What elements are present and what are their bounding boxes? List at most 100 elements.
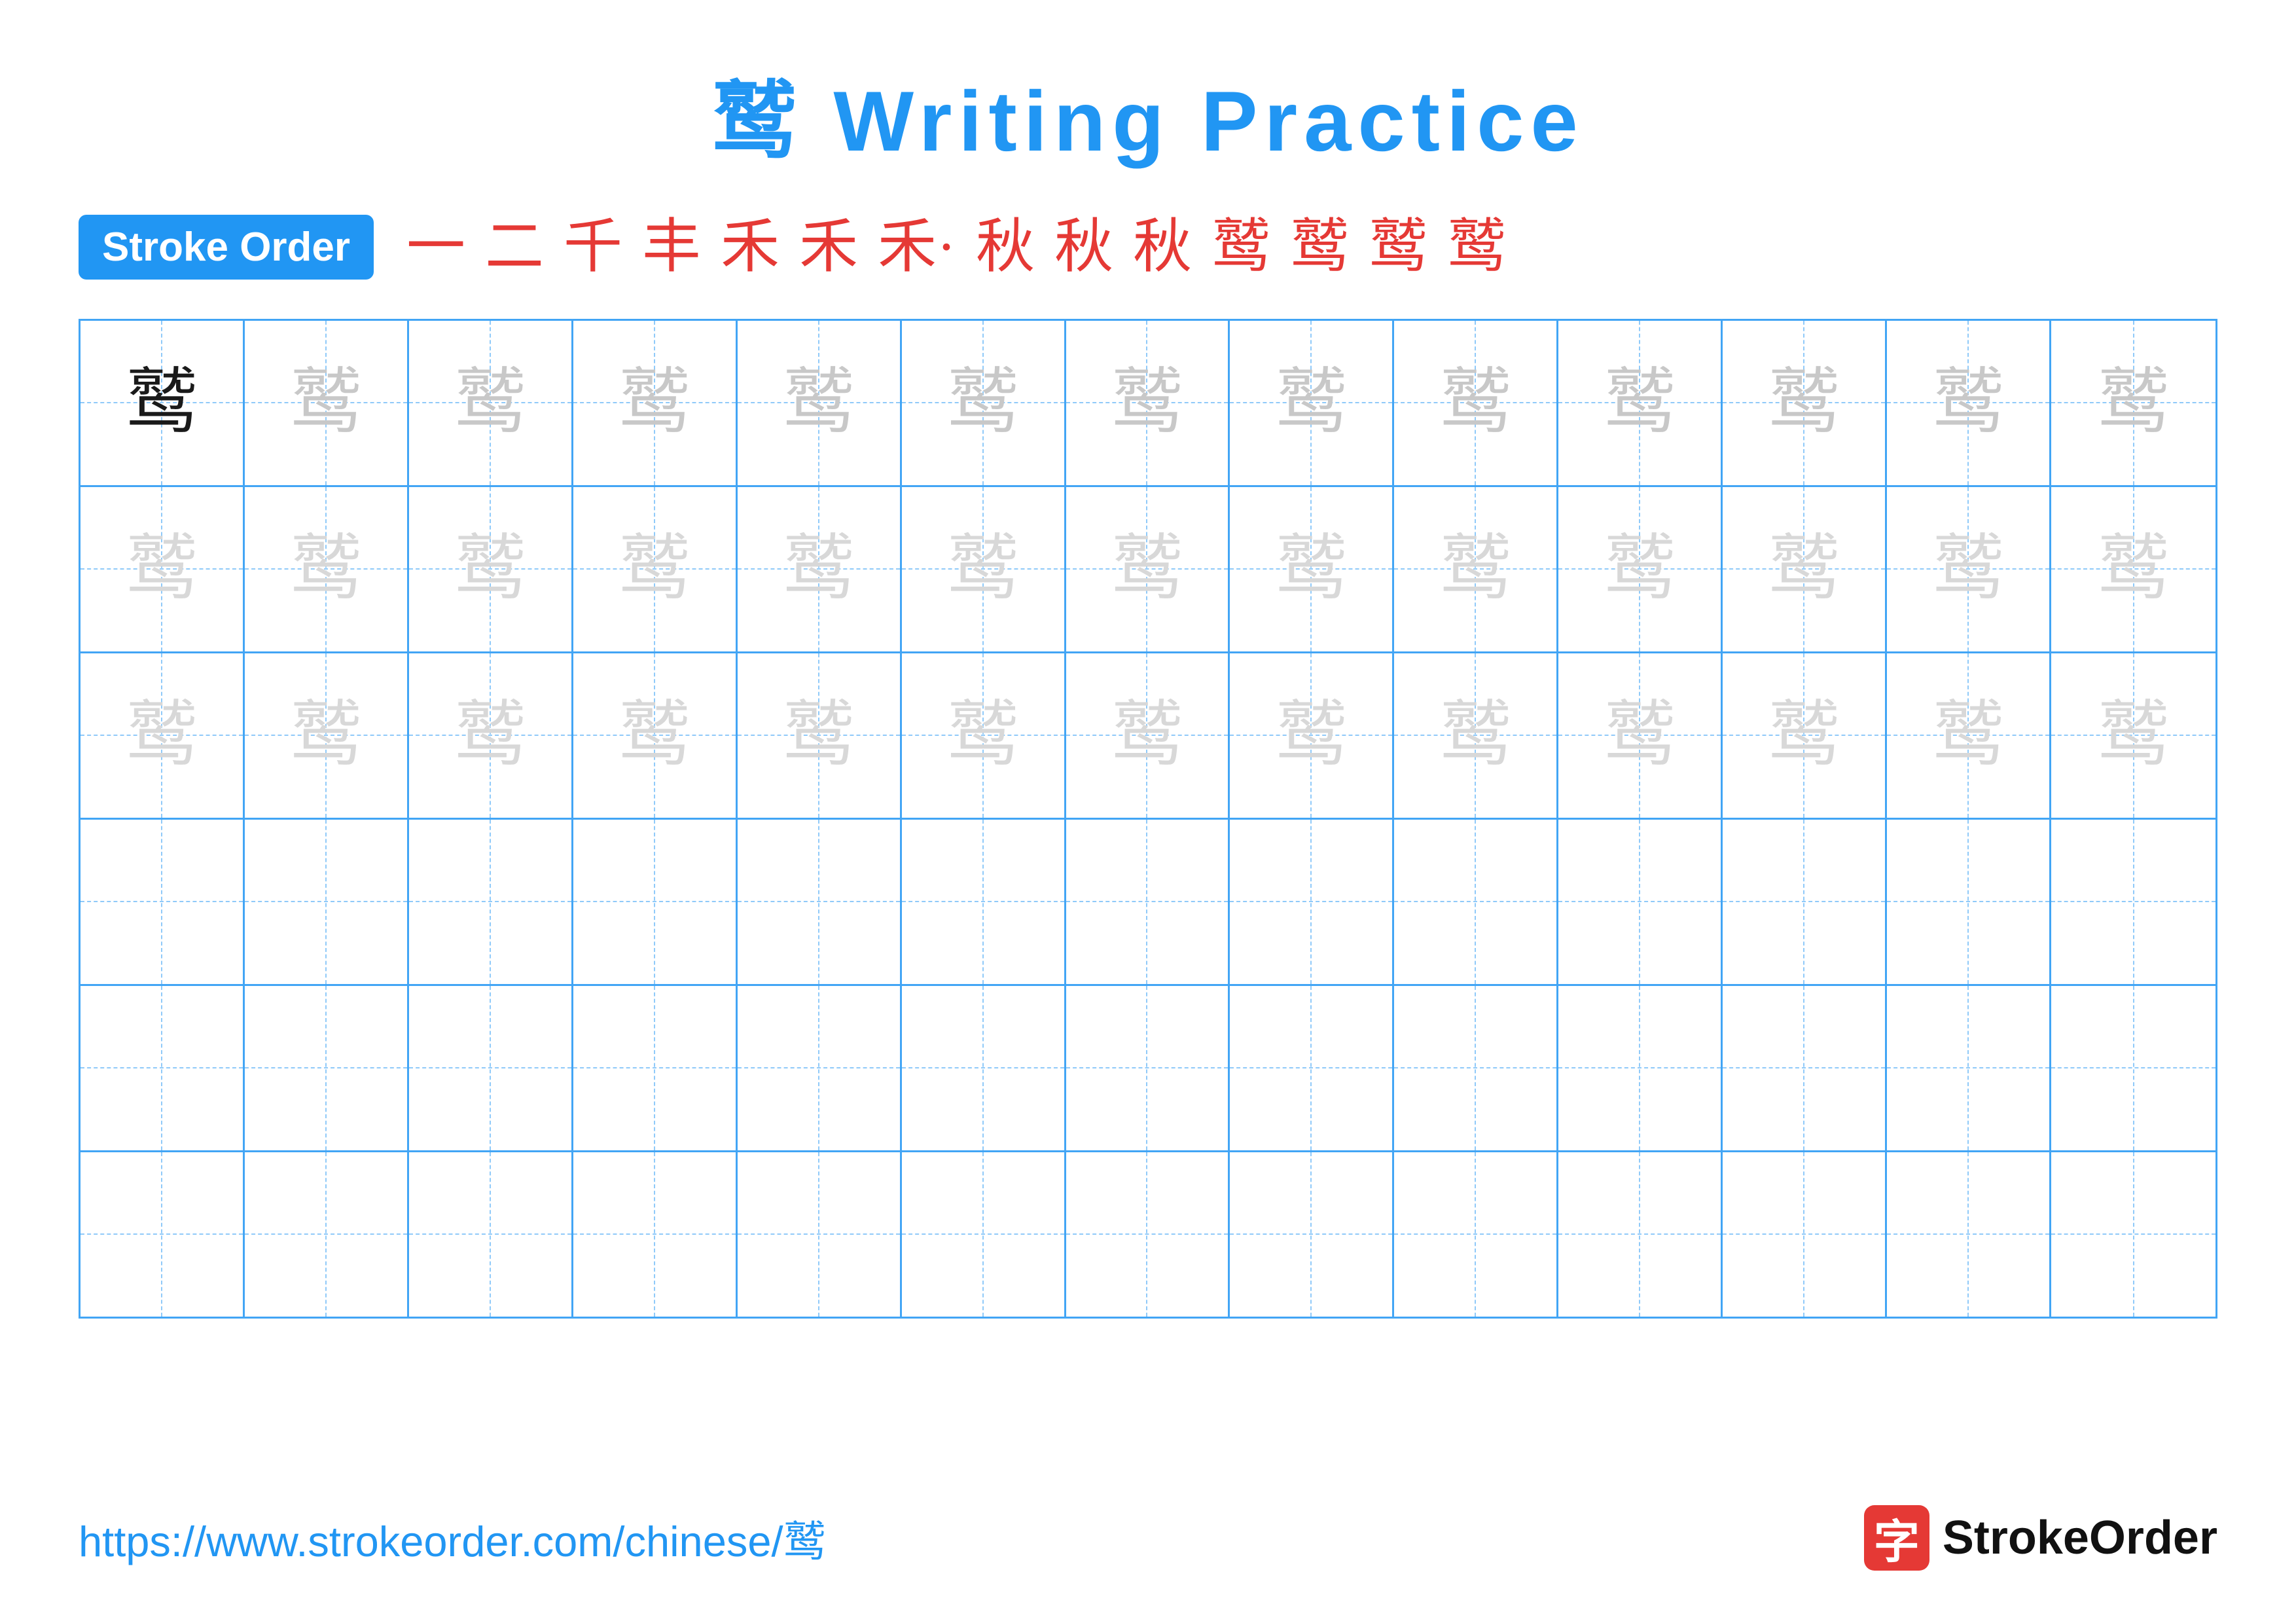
grid-cell-1-9[interactable]: 鹫 <box>1394 321 1558 485</box>
stroke-10: 秋 <box>1133 218 1192 277</box>
grid-cell-3-4[interactable]: 鹫 <box>573 653 738 818</box>
grid-cell-2-3[interactable]: 鹫 <box>409 487 573 651</box>
grid-cell-5-1[interactable] <box>81 986 245 1150</box>
stroke-4: 丰 <box>642 218 701 277</box>
grid-cell-4-11[interactable] <box>1723 820 1887 984</box>
grid-cell-6-6[interactable] <box>902 1152 1066 1317</box>
grid-cell-2-1[interactable]: 鹫 <box>81 487 245 651</box>
grid-cell-1-4[interactable]: 鹫 <box>573 321 738 485</box>
grid-cell-2-5[interactable]: 鹫 <box>738 487 902 651</box>
grid-cell-5-4[interactable] <box>573 986 738 1150</box>
grid-cell-4-12[interactable] <box>1887 820 2051 984</box>
footer-url[interactable]: https://www.strokeorder.com/chinese/鹫 <box>79 1507 826 1569</box>
stroke-order-row: Stroke Order 一 二 千 丰 禾 禾 禾· 秋 秋 秋 鹫 鹫 鹫 … <box>79 215 2217 280</box>
grid-cell-4-4[interactable] <box>573 820 738 984</box>
stroke-1: 一 <box>406 218 465 277</box>
grid-cell-4-1[interactable] <box>81 820 245 984</box>
grid-cell-3-1[interactable]: 鹫 <box>81 653 245 818</box>
char-dark-1: 鹫 <box>126 367 198 439</box>
grid-cell-6-8[interactable] <box>1230 1152 1394 1317</box>
practice-grid: 鹫 鹫 鹫 鹫 鹫 鹫 鹫 鹫 鹫 鹫 鹫 鹫 鹫 鹫 鹫 鹫 鹫 鹫 鹫 鹫 … <box>79 319 2217 1319</box>
grid-cell-5-8[interactable] <box>1230 986 1394 1150</box>
grid-cell-5-7[interactable] <box>1066 986 1230 1150</box>
grid-cell-1-8[interactable]: 鹫 <box>1230 321 1394 485</box>
grid-cell-5-10[interactable] <box>1558 986 1723 1150</box>
grid-cell-5-11[interactable] <box>1723 986 1887 1150</box>
grid-cell-3-3[interactable]: 鹫 <box>409 653 573 818</box>
grid-cell-6-10[interactable] <box>1558 1152 1723 1317</box>
grid-cell-6-2[interactable] <box>245 1152 409 1317</box>
grid-cell-5-5[interactable] <box>738 986 902 1150</box>
stroke-13: 鹫 <box>1369 218 1427 277</box>
grid-cell-3-6[interactable]: 鹫 <box>902 653 1066 818</box>
grid-cell-2-13[interactable]: 鹫 <box>2051 487 2215 651</box>
grid-cell-4-6[interactable] <box>902 820 1066 984</box>
grid-cell-5-2[interactable] <box>245 986 409 1150</box>
grid-cell-2-10[interactable]: 鹫 <box>1558 487 1723 651</box>
grid-cell-3-12[interactable]: 鹫 <box>1887 653 2051 818</box>
grid-cell-6-1[interactable] <box>81 1152 245 1317</box>
grid-cell-1-13[interactable]: 鹫 <box>2051 321 2215 485</box>
grid-row-1: 鹫 鹫 鹫 鹫 鹫 鹫 鹫 鹫 鹫 鹫 鹫 鹫 鹫 <box>81 321 2215 487</box>
grid-cell-2-12[interactable]: 鹫 <box>1887 487 2051 651</box>
grid-cell-6-7[interactable] <box>1066 1152 1230 1317</box>
grid-cell-5-6[interactable] <box>902 986 1066 1150</box>
grid-cell-4-8[interactable] <box>1230 820 1394 984</box>
grid-cell-5-9[interactable] <box>1394 986 1558 1150</box>
grid-cell-2-2[interactable]: 鹫 <box>245 487 409 651</box>
grid-cell-6-4[interactable] <box>573 1152 738 1317</box>
grid-cell-1-1[interactable]: 鹫 <box>81 321 245 485</box>
footer-logo: 字 StrokeOrder <box>1864 1505 2217 1571</box>
grid-cell-1-10[interactable]: 鹫 <box>1558 321 1723 485</box>
grid-row-5 <box>81 986 2215 1152</box>
stroke-order-badge: Stroke Order <box>79 215 374 280</box>
grid-cell-4-2[interactable] <box>245 820 409 984</box>
grid-cell-1-7[interactable]: 鹫 <box>1066 321 1230 485</box>
grid-cell-6-13[interactable] <box>2051 1152 2215 1317</box>
stroke-14: 鹫 <box>1447 218 1506 277</box>
stroke-5: 禾 <box>721 218 780 277</box>
stroke-9: 秋 <box>1054 218 1113 277</box>
grid-cell-2-8[interactable]: 鹫 <box>1230 487 1394 651</box>
grid-cell-3-8[interactable]: 鹫 <box>1230 653 1394 818</box>
grid-cell-2-4[interactable]: 鹫 <box>573 487 738 651</box>
grid-cell-6-5[interactable] <box>738 1152 902 1317</box>
grid-cell-5-12[interactable] <box>1887 986 2051 1150</box>
grid-cell-4-9[interactable] <box>1394 820 1558 984</box>
stroke-chars: 一 二 千 丰 禾 禾 禾· 秋 秋 秋 鹫 鹫 鹫 鹫 <box>406 218 1506 277</box>
grid-cell-6-12[interactable] <box>1887 1152 2051 1317</box>
stroke-2: 二 <box>485 218 544 277</box>
grid-cell-2-6[interactable]: 鹫 <box>902 487 1066 651</box>
grid-cell-5-3[interactable] <box>409 986 573 1150</box>
grid-cell-5-13[interactable] <box>2051 986 2215 1150</box>
title-character: 鹫 Writing Practice <box>711 73 1584 169</box>
grid-cell-1-5[interactable]: 鹫 <box>738 321 902 485</box>
grid-cell-3-2[interactable]: 鹫 <box>245 653 409 818</box>
grid-cell-3-13[interactable]: 鹫 <box>2051 653 2215 818</box>
grid-cell-3-5[interactable]: 鹫 <box>738 653 902 818</box>
logo-icon: 字 <box>1864 1505 1929 1571</box>
grid-cell-1-6[interactable]: 鹫 <box>902 321 1066 485</box>
grid-cell-1-12[interactable]: 鹫 <box>1887 321 2051 485</box>
grid-cell-6-11[interactable] <box>1723 1152 1887 1317</box>
grid-cell-4-10[interactable] <box>1558 820 1723 984</box>
grid-cell-6-3[interactable] <box>409 1152 573 1317</box>
grid-cell-3-10[interactable]: 鹫 <box>1558 653 1723 818</box>
grid-cell-4-3[interactable] <box>409 820 573 984</box>
grid-cell-1-2[interactable]: 鹫 <box>245 321 409 485</box>
grid-cell-3-9[interactable]: 鹫 <box>1394 653 1558 818</box>
grid-cell-4-7[interactable] <box>1066 820 1230 984</box>
grid-row-2: 鹫 鹫 鹫 鹫 鹫 鹫 鹫 鹫 鹫 鹫 鹫 鹫 鹫 <box>81 487 2215 653</box>
stroke-7: 禾· <box>878 218 956 277</box>
footer: https://www.strokeorder.com/chinese/鹫 字 … <box>79 1505 2217 1571</box>
grid-cell-1-11[interactable]: 鹫 <box>1723 321 1887 485</box>
grid-cell-3-7[interactable]: 鹫 <box>1066 653 1230 818</box>
grid-cell-6-9[interactable] <box>1394 1152 1558 1317</box>
grid-cell-2-7[interactable]: 鹫 <box>1066 487 1230 651</box>
grid-cell-3-11[interactable]: 鹫 <box>1723 653 1887 818</box>
grid-cell-2-9[interactable]: 鹫 <box>1394 487 1558 651</box>
grid-cell-1-3[interactable]: 鹫 <box>409 321 573 485</box>
grid-cell-2-11[interactable]: 鹫 <box>1723 487 1887 651</box>
grid-cell-4-5[interactable] <box>738 820 902 984</box>
grid-cell-4-13[interactable] <box>2051 820 2215 984</box>
